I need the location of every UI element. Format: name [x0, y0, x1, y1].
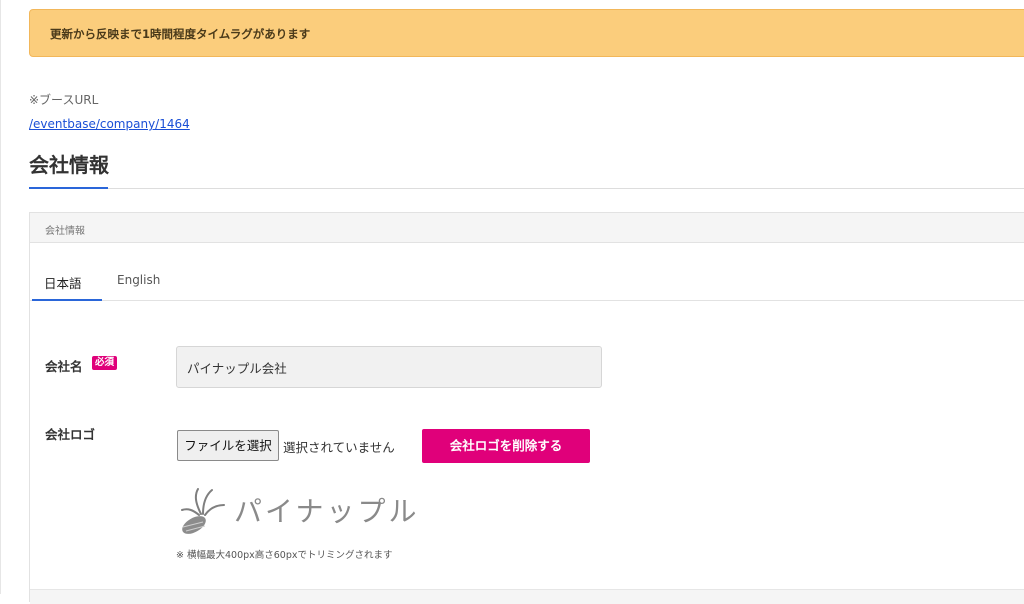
company-name-input[interactable]	[176, 346, 602, 388]
company-logo-preview: パイナップル	[176, 481, 444, 537]
pineapple-icon	[181, 488, 225, 534]
logo-image-text: パイナップル	[234, 495, 420, 528]
company-logo-label: 会社ロゴ	[45, 427, 96, 442]
file-status-text: 選択されていません	[283, 440, 395, 455]
logo-trim-note: ※ 横幅最大400px高さ60pxでトリミングされます	[176, 550, 393, 561]
tabs-divider	[30, 300, 1024, 301]
card-header-title: 会社情報	[45, 226, 85, 237]
company-info-card: 会社情報 日本語 English 会社名 必須 会社ロゴ ファイルを選択 選択さ…	[29, 212, 1024, 604]
booth-url-label: ※ブースURL	[29, 93, 99, 107]
card-header: 会社情報	[30, 213, 1024, 243]
tab-japanese[interactable]: 日本語	[44, 273, 82, 292]
notice-banner: 更新から反映まで1時間程度タイムラグがあります	[29, 9, 1024, 57]
left-edge-divider	[0, 0, 1, 594]
tab-english[interactable]: English	[117, 273, 160, 287]
notice-text: 更新から反映まで1時間程度タイムラグがあります	[50, 27, 311, 41]
choose-file-button[interactable]: ファイルを選択	[177, 430, 279, 461]
card-footer	[30, 589, 1024, 604]
delete-logo-button[interactable]: 会社ロゴを削除する	[422, 429, 590, 463]
required-badge: 必須	[92, 356, 118, 370]
active-tab-indicator	[32, 299, 102, 301]
page-title: 会社情報	[29, 153, 109, 177]
booth-url-link[interactable]: /eventbase/company/1464	[29, 117, 190, 131]
company-name-label: 会社名	[45, 359, 83, 374]
title-divider	[29, 188, 1024, 189]
title-underline	[29, 187, 108, 189]
